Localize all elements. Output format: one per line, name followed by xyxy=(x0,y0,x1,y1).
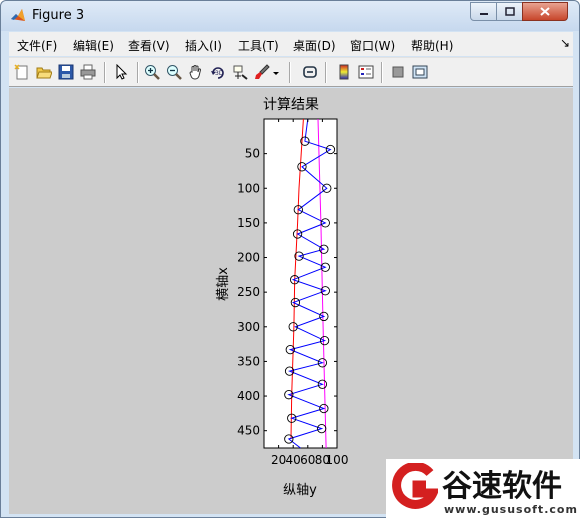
y-tick-label: 150 xyxy=(237,216,260,230)
y-tick-label: 100 xyxy=(237,181,260,195)
y-tick-label: 400 xyxy=(237,389,260,403)
hide-plot-tools-icon[interactable] xyxy=(389,63,407,81)
window-title: Figure 3 xyxy=(32,8,85,23)
y-tick-label: 300 xyxy=(237,320,260,334)
title-bar[interactable]: Figure 3 xyxy=(1,1,579,31)
menu-bar: 文件(F) 编辑(E) 查看(V) 插入(I) 工具(T) 桌面(D) 窗口(W… xyxy=(9,32,573,56)
zoom-in-icon[interactable] xyxy=(143,63,161,81)
y-tick-label: 50 xyxy=(245,147,260,161)
colorbar-icon[interactable] xyxy=(335,63,353,81)
dock-arrow-icon[interactable]: ↘ xyxy=(560,36,570,50)
brand-name: 谷速软件 xyxy=(442,469,562,504)
x-axis-label: 纵轴y xyxy=(283,483,317,498)
link-icon[interactable] xyxy=(301,63,319,81)
brand-url: www.gususoft.com xyxy=(444,503,578,516)
x-tick-label: 100 xyxy=(326,453,349,467)
toolbar-separator xyxy=(325,62,327,83)
menu-edit[interactable]: 编辑(E) xyxy=(73,37,114,54)
brush-dropdown-icon[interactable] xyxy=(271,63,281,81)
y-axis-label: 横轴x xyxy=(216,267,231,301)
open-file-icon[interactable] xyxy=(35,63,53,81)
y-tick-label: 450 xyxy=(237,424,260,438)
brand-watermark: 谷速软件 www.gususoft.com xyxy=(386,459,580,519)
x-tick-label: 20 xyxy=(271,453,286,467)
menu-window[interactable]: 窗口(W) xyxy=(350,37,395,54)
new-figure-icon[interactable] xyxy=(13,63,31,81)
brush-icon[interactable] xyxy=(253,63,271,81)
y-tick-label: 350 xyxy=(237,354,260,368)
figure-canvas: 计算结果 50 100 150 200 250 300 350 400 450 20 40 60 80… xyxy=(9,88,573,514)
maximize-button[interactable] xyxy=(496,2,523,21)
figure-window: Figure 3 文件(F) 编辑(E) 查看(V) 插入(I) 工具(T) 桌… xyxy=(0,0,580,519)
print-icon[interactable] xyxy=(79,63,97,81)
minimize-icon xyxy=(479,12,488,15)
menu-desktop[interactable]: 桌面(D) xyxy=(293,37,336,54)
toolbar-separator xyxy=(104,62,106,83)
matlab-logo-icon xyxy=(11,9,25,21)
y-tick-label: 250 xyxy=(237,285,260,299)
x-tick-label: 40 xyxy=(286,453,301,467)
select-arrow-icon[interactable] xyxy=(112,63,130,81)
pan-hand-icon[interactable] xyxy=(187,63,205,81)
rotate-3d-icon[interactable]: 3D xyxy=(209,63,227,81)
x-tick-label: 60 xyxy=(300,453,315,467)
y-tick-label: 200 xyxy=(237,251,260,265)
menu-insert[interactable]: 插入(I) xyxy=(185,37,222,54)
brand-logo-icon xyxy=(392,463,438,509)
chart-svg[interactable]: 50100150200250300350400450 20 40 60 80100 纵… xyxy=(9,88,573,514)
save-icon[interactable] xyxy=(57,63,75,81)
toolbar-separator xyxy=(381,62,383,83)
show-plot-tools-icon[interactable] xyxy=(411,63,429,81)
menu-file[interactable]: 文件(F) xyxy=(17,37,57,54)
legend-icon[interactable] xyxy=(357,63,375,81)
maximize-icon xyxy=(504,7,515,16)
svg-text:3D: 3D xyxy=(215,70,224,77)
toolbar-separator xyxy=(289,62,291,83)
menu-view[interactable]: 查看(V) xyxy=(128,37,170,54)
figure-toolbar: 3D xyxy=(9,57,573,87)
menu-tools[interactable]: 工具(T) xyxy=(238,37,279,54)
data-cursor-icon[interactable] xyxy=(231,63,249,81)
menu-help[interactable]: 帮助(H) xyxy=(411,37,453,54)
close-button[interactable] xyxy=(522,2,568,21)
close-icon xyxy=(540,7,550,16)
minimize-button[interactable] xyxy=(470,2,497,21)
zoom-out-icon[interactable] xyxy=(165,63,183,81)
toolbar-separator xyxy=(137,62,139,83)
